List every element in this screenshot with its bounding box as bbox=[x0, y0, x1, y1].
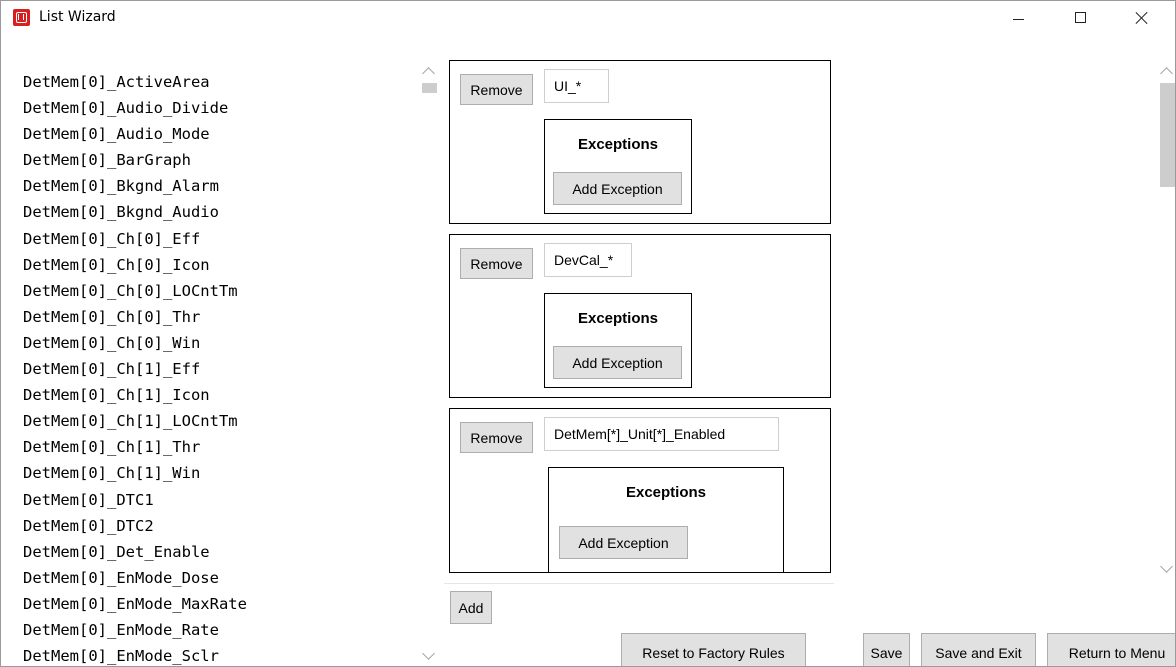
exceptions-title: Exceptions bbox=[625, 484, 707, 501]
save-and-exit-button[interactable]: Save and Exit bbox=[921, 633, 1036, 666]
remove-rule-button[interactable]: Remove bbox=[460, 248, 533, 279]
minimize-icon bbox=[1012, 18, 1024, 20]
variable-list-item[interactable]: DetMem[0]_Ch[0]_Eff bbox=[23, 226, 411, 252]
list-wizard-window: List Wizard DetMem[0]_ActiveArea DetMem[0… bbox=[0, 0, 1176, 667]
scroll-down-arrow-icon[interactable] bbox=[1160, 560, 1173, 573]
variable-list-item[interactable]: DetMem[0]_Det_Enable bbox=[23, 539, 411, 565]
variable-list-item[interactable]: DetMem[0]_EnMode_Rate bbox=[23, 617, 411, 643]
add-exception-button[interactable]: Add Exception bbox=[559, 526, 688, 559]
maximize-button[interactable] bbox=[1057, 1, 1103, 34]
variable-list-scrollbar[interactable] bbox=[421, 59, 438, 666]
maximize-icon bbox=[1074, 12, 1086, 23]
rule-pattern-field[interactable]: UI_* bbox=[544, 69, 609, 103]
app-logo-icon bbox=[13, 9, 30, 26]
window-title: List Wizard bbox=[39, 9, 116, 25]
variable-list-item[interactable]: DetMem[0]_Bkgnd_Audio bbox=[23, 199, 411, 225]
rule-pattern-field[interactable]: DetMem[*]_Unit[*]_Enabled bbox=[544, 417, 779, 451]
rules-scrollbar[interactable] bbox=[1159, 59, 1175, 581]
variable-list-item[interactable]: DetMem[0]_DTC1 bbox=[23, 487, 411, 513]
add-exception-button[interactable]: Add Exception bbox=[553, 346, 682, 379]
variable-list-item[interactable]: DetMem[0]_Ch[1]_LOCntTm bbox=[23, 408, 411, 434]
scroll-down-arrow-icon[interactable] bbox=[422, 647, 435, 660]
variable-list-item[interactable]: DetMem[0]_Ch[0]_Icon bbox=[23, 252, 411, 278]
variable-list-item[interactable]: DetMem[0]_Ch[0]_LOCntTm bbox=[23, 278, 411, 304]
divider bbox=[444, 583, 834, 584]
exceptions-title: Exceptions bbox=[577, 136, 659, 153]
add-rule-button[interactable]: Add bbox=[450, 591, 492, 624]
close-button[interactable] bbox=[1119, 1, 1165, 34]
save-button[interactable]: Save bbox=[863, 633, 910, 666]
variable-list-item[interactable]: DetMem[0]_BarGraph bbox=[23, 147, 411, 173]
add-exception-button[interactable]: Add Exception bbox=[553, 172, 682, 205]
scroll-thumb[interactable] bbox=[422, 83, 437, 93]
remove-rule-button[interactable]: Remove bbox=[460, 422, 533, 453]
reset-factory-rules-button[interactable]: Reset to Factory Rules bbox=[621, 633, 806, 666]
variable-list-item[interactable]: DetMem[0]_Ch[1]_Win bbox=[23, 460, 411, 486]
rule-block: Remove DevCal_* Exceptions Add Exception bbox=[449, 234, 831, 398]
variable-list-item[interactable]: DetMem[0]_EnMode_MaxRate bbox=[23, 591, 411, 617]
close-icon bbox=[1135, 11, 1149, 25]
variable-list-item[interactable]: DetMem[0]_EnMode_Sclr bbox=[23, 643, 411, 666]
exceptions-title: Exceptions bbox=[577, 310, 659, 327]
variable-list-item[interactable]: DetMem[0]_Ch[1]_Icon bbox=[23, 382, 411, 408]
variable-list-item[interactable]: DetMem[0]_Ch[0]_Thr bbox=[23, 304, 411, 330]
remove-rule-button[interactable]: Remove bbox=[460, 74, 533, 105]
scroll-up-arrow-icon[interactable] bbox=[1160, 67, 1173, 80]
rule-block: Remove UI_* Exceptions Add Exception bbox=[449, 60, 831, 224]
variable-list-item[interactable]: DetMem[0]_Ch[1]_Thr bbox=[23, 434, 411, 460]
variable-list-item[interactable]: DetMem[0]_Audio_Mode bbox=[23, 121, 411, 147]
scroll-up-arrow-icon[interactable] bbox=[422, 67, 435, 80]
variable-list-item[interactable]: DetMem[0]_Ch[0]_Win bbox=[23, 330, 411, 356]
variable-list-item[interactable]: DetMem[0]_ActiveArea bbox=[23, 69, 411, 95]
return-to-menu-button[interactable]: Return to Menu bbox=[1047, 633, 1175, 666]
rule-pattern-field[interactable]: DevCal_* bbox=[544, 243, 632, 277]
scroll-thumb[interactable] bbox=[1160, 83, 1175, 187]
variable-list-item[interactable]: DetMem[0]_EnMode_Dose bbox=[23, 565, 411, 591]
title-bar[interactable]: List Wizard bbox=[1, 1, 1175, 34]
rule-block: Remove DetMem[*]_Unit[*]_Enabled Excepti… bbox=[449, 408, 831, 573]
exceptions-box: Exceptions Add Exception bbox=[544, 119, 692, 214]
minimize-button[interactable] bbox=[995, 1, 1041, 34]
variable-list-item[interactable]: DetMem[0]_DTC2 bbox=[23, 513, 411, 539]
variable-list[interactable]: DetMem[0]_ActiveArea DetMem[0]_Audio_Divi… bbox=[23, 69, 411, 666]
variable-list-item[interactable]: DetMem[0]_Audio_Divide bbox=[23, 95, 411, 121]
exceptions-box: Exceptions Add Exception bbox=[548, 467, 784, 573]
variable-list-item[interactable]: DetMem[0]_Ch[1]_Eff bbox=[23, 356, 411, 382]
rules-pane: Remove UI_* Exceptions Add Exception Rem… bbox=[444, 59, 1158, 581]
exceptions-box: Exceptions Add Exception bbox=[544, 293, 692, 388]
variable-list-item[interactable]: DetMem[0]_Bkgnd_Alarm bbox=[23, 173, 411, 199]
